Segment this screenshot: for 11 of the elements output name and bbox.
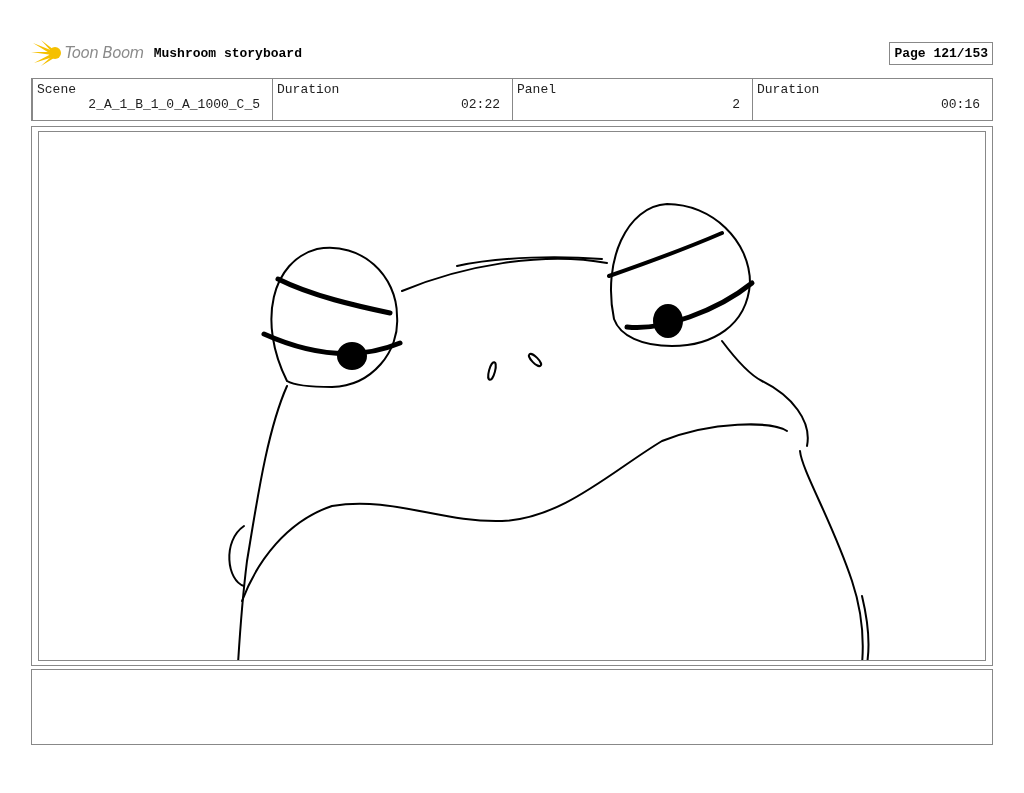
field-label: Scene xyxy=(37,82,76,97)
field-label: Duration xyxy=(277,82,340,97)
field-label: Duration xyxy=(757,82,820,97)
logo-text: Toon Boom xyxy=(65,44,144,62)
field-value: 2 xyxy=(731,97,740,112)
field-value: 00:16 xyxy=(940,97,980,112)
page-number: Page 121/153 xyxy=(889,41,993,65)
field-label: Panel xyxy=(517,82,556,97)
document-title: Mushroom storyboard xyxy=(153,45,302,61)
field-value: 2_A_1_B_1_0_A_1000_C_5 xyxy=(87,97,260,112)
field-value: 02:22 xyxy=(460,97,500,112)
